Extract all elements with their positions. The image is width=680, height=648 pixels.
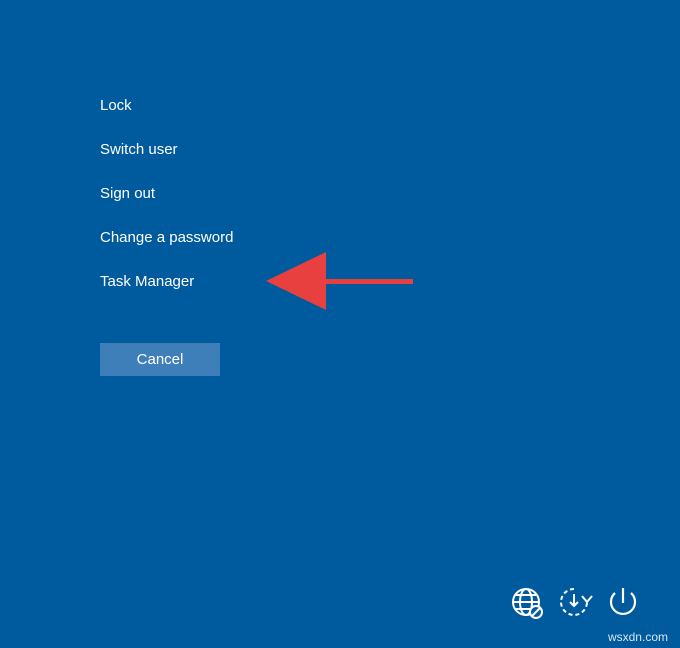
power-icon[interactable]: [604, 584, 642, 622]
network-icon[interactable]: [508, 584, 546, 622]
cancel-button[interactable]: Cancel: [100, 343, 220, 376]
menu-item-lock[interactable]: Lock: [100, 96, 233, 140]
annotation-arrow-icon: [266, 252, 413, 310]
security-options-menu: Lock Switch user Sign out Change a passw…: [100, 96, 233, 316]
menu-item-switch-user[interactable]: Switch user: [100, 140, 233, 184]
menu-item-sign-out[interactable]: Sign out: [100, 184, 233, 228]
system-tray: [508, 584, 642, 622]
menu-item-task-manager[interactable]: Task Manager: [100, 272, 233, 316]
watermark: wsxdn.com: [607, 630, 668, 644]
ease-of-access-icon[interactable]: [556, 584, 594, 622]
menu-item-change-password[interactable]: Change a password: [100, 228, 233, 272]
